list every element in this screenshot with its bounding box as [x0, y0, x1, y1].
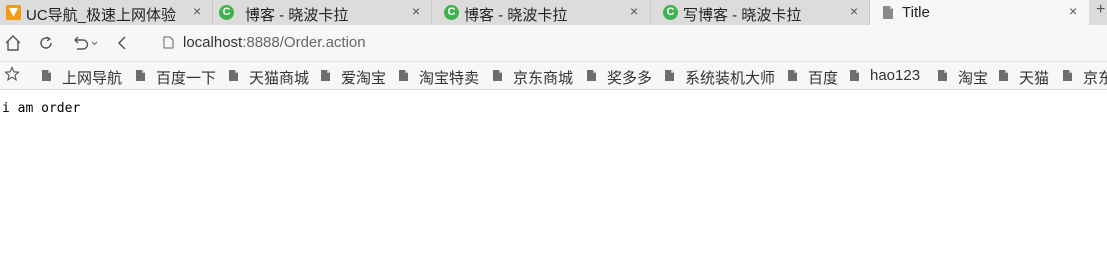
bookmarks-bar: 上网导航 百度一下 天猫商城 爱淘宝 淘宝特卖 京东商城 奖多多 系统装机大师 百度 hao123… — [0, 62, 1107, 90]
bookmark-label: 系统装机大师 — [685, 70, 776, 87]
tab-close-icon[interactable]: × — [193, 3, 201, 19]
document-icon — [882, 5, 897, 20]
address-bar[interactable]: localhost:8888/Order.action — [148, 30, 1103, 56]
bookmark-page-icon — [228, 69, 239, 82]
url-host: localhost — [183, 34, 243, 51]
back-icon[interactable] — [113, 34, 131, 52]
tab-close-icon[interactable]: × — [412, 3, 420, 19]
bookmark-page-icon — [586, 69, 597, 82]
bookmark-label: 淘宝特卖 — [419, 70, 480, 87]
tab-title-active[interactable]: Title × — [870, 0, 1089, 25]
bookmark-page-icon — [1062, 69, 1073, 82]
bookmark-label: 京东商城 — [513, 70, 574, 87]
csdn-icon: C — [444, 5, 459, 20]
uc-logo-icon — [6, 5, 21, 20]
tab-title: 博客 - 晓波卡拉 — [245, 7, 349, 24]
tab-close-icon[interactable]: × — [1069, 3, 1077, 19]
bookmark-page-icon — [849, 69, 860, 82]
bookmark-page-icon — [787, 69, 798, 82]
new-tab-button[interactable]: + — [1096, 1, 1105, 19]
bookmark-label: 天猫 — [1019, 70, 1050, 87]
home-icon[interactable] — [4, 34, 22, 52]
bookmark-page-icon — [937, 69, 948, 82]
bookmark-label: 百度一下 — [156, 70, 217, 87]
tab-title: 写博客 - 晓波卡拉 — [683, 7, 802, 24]
bookmark-label: 天猫商城 — [249, 70, 310, 87]
bookmark-label: 爱淘宝 — [341, 70, 387, 87]
tab-strip: UC导航_极速上网体验 × C 博客 - 晓波卡拉 × C 博客 - 晓波卡拉 … — [0, 0, 1107, 25]
bookmark-label: 京东 — [1083, 70, 1107, 87]
bookmark-label: 淘宝 — [958, 70, 989, 87]
bookmark-page-icon — [320, 69, 331, 82]
bookmark-page-icon — [492, 69, 503, 82]
tab-title: Title — [902, 4, 930, 21]
bookmark-page-icon — [41, 69, 52, 82]
navigation-toolbar: localhost:8888/Order.action — [0, 25, 1107, 62]
bookmark-page-icon — [998, 69, 1009, 82]
url-text[interactable]: localhost:8888/Order.action — [183, 34, 366, 51]
bookmark-page-icon — [398, 69, 409, 82]
page-info-icon[interactable] — [163, 36, 174, 49]
tab-write-blog[interactable]: C 写博客 - 晓波卡拉 × — [651, 0, 870, 25]
csdn-icon: C — [663, 5, 678, 20]
star-icon[interactable] — [4, 66, 20, 82]
bookmark-page-icon — [664, 69, 675, 82]
tab-close-icon[interactable]: × — [850, 3, 858, 19]
tab-close-icon[interactable]: × — [630, 3, 638, 19]
url-path: :8888/Order.action — [242, 34, 366, 51]
tab-blog-2[interactable]: C 博客 - 晓波卡拉 × — [432, 0, 651, 25]
bookmark-label: 上网导航 — [62, 70, 123, 87]
bookmark-label: 百度 — [808, 70, 839, 87]
reload-icon[interactable] — [37, 34, 55, 52]
bookmark-page-icon — [135, 69, 146, 82]
bookmark-label: hao123 — [870, 67, 921, 84]
csdn-icon: C — [219, 5, 234, 20]
tab-title: 博客 - 晓波卡拉 — [464, 7, 568, 24]
tab-title: UC导航_极速上网体验 — [26, 7, 177, 24]
tab-blog-1[interactable]: C 博客 - 晓波卡拉 × — [213, 0, 432, 25]
tab-uc-nav[interactable]: UC导航_极速上网体验 × — [0, 0, 213, 25]
bookmark-label: 奖多多 — [607, 70, 653, 87]
page-body-text: i am order — [2, 101, 81, 116]
undo-close-tab-icon[interactable] — [72, 34, 100, 52]
